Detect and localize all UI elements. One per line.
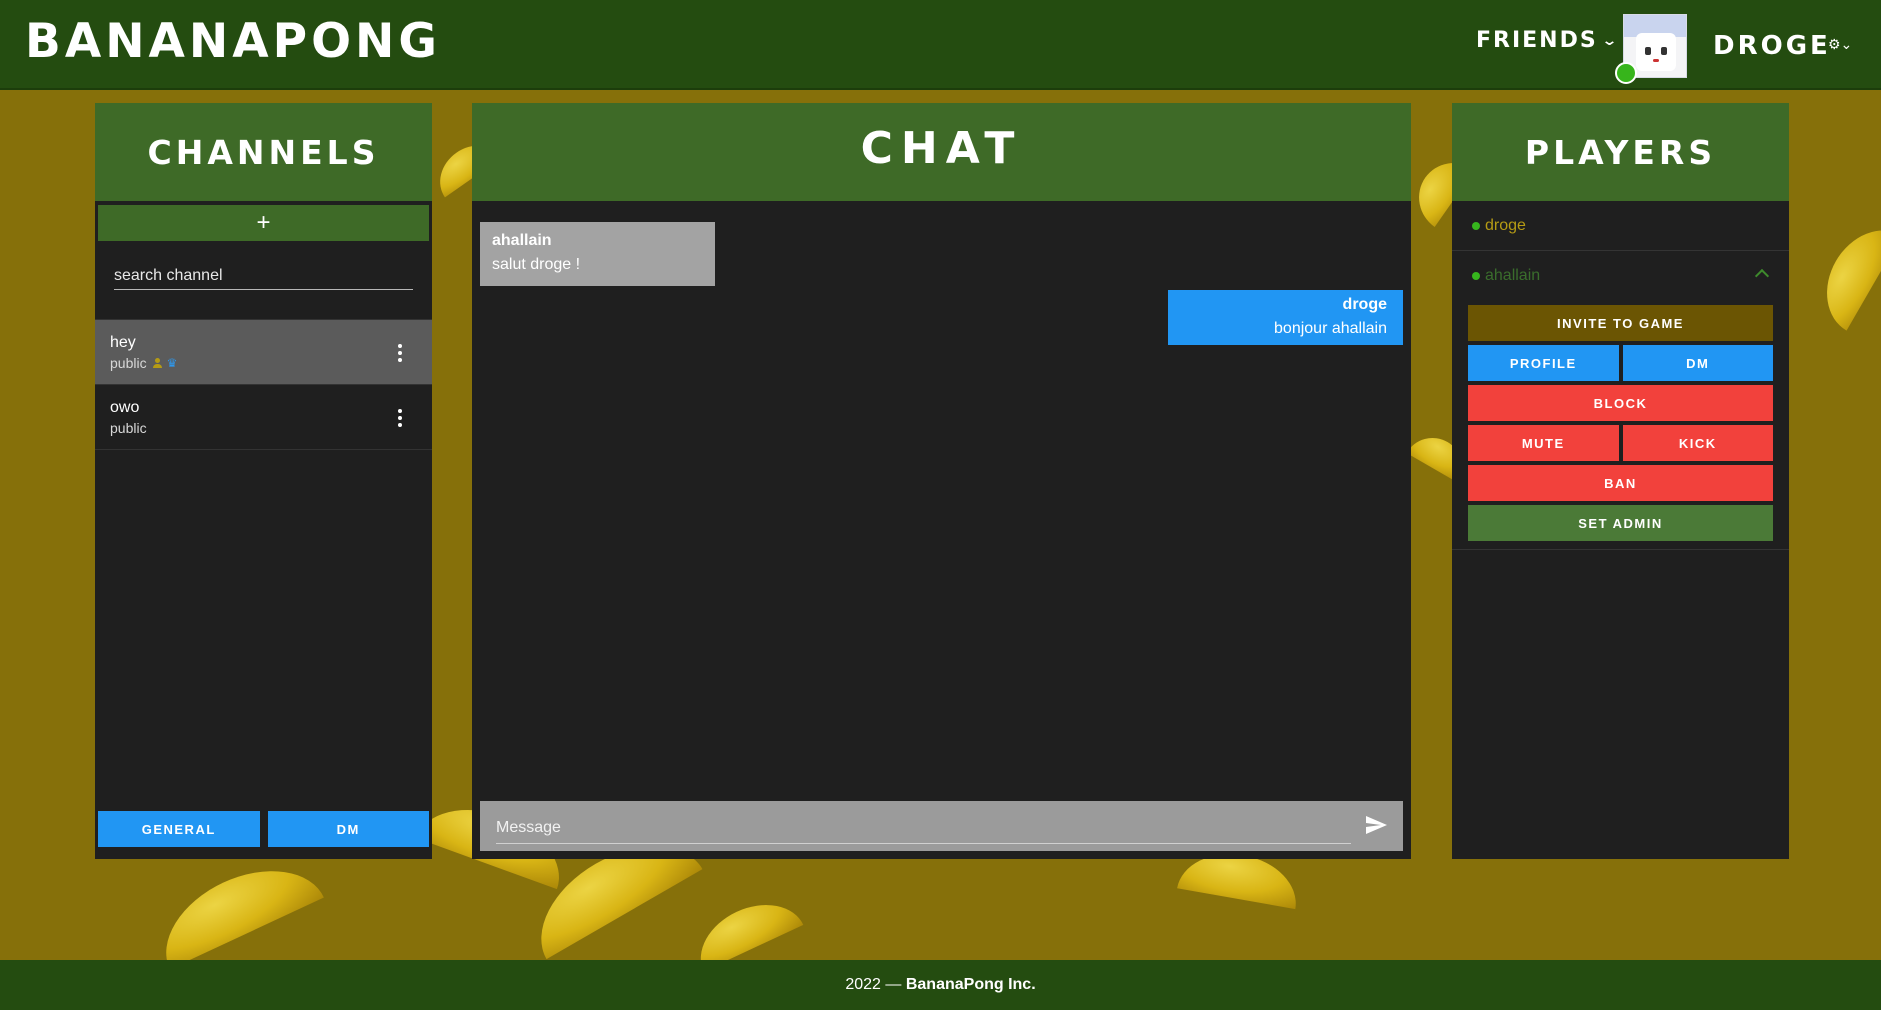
send-icon[interactable] [1363, 813, 1389, 837]
channel-tabs: GENERAL DM [98, 811, 429, 847]
chat-title: CHAT [472, 103, 1411, 201]
banana-decoration [1808, 213, 1881, 331]
players-panel: PLAYERS droge ahallain INVITE TO GAME PR… [1452, 103, 1789, 859]
ban-button[interactable]: BAN [1468, 465, 1773, 501]
brand-logo[interactable]: BANANAPONG [25, 14, 441, 69]
mute-button[interactable]: MUTE [1468, 425, 1619, 461]
chat-panel: CHAT ahallain salut droge ! droge bonjou… [472, 103, 1411, 859]
gear-icon[interactable]: ⚙⌄ [1828, 36, 1852, 53]
players-title: PLAYERS [1452, 103, 1789, 201]
more-options-icon[interactable] [398, 344, 402, 362]
channel-visibility: public [110, 420, 147, 436]
online-status-icon [1472, 221, 1480, 230]
current-username[interactable]: DROGE [1713, 31, 1831, 61]
dm-button[interactable]: DM [1622, 345, 1773, 381]
avatar-mouth [1653, 59, 1659, 62]
footer-company: BananaPong Inc. [905, 976, 1036, 993]
avatar-eye [1661, 47, 1667, 55]
message-author: ahallain [492, 232, 552, 249]
tab-dm[interactable]: DM [267, 811, 429, 847]
profile-button[interactable]: PROFILE [1468, 345, 1619, 381]
more-options-icon[interactable] [398, 409, 402, 427]
channels-title: CHANNELS [95, 103, 432, 201]
avatar-face [1636, 33, 1676, 71]
add-channel-button[interactable]: + [98, 205, 429, 241]
channel-meta: public [110, 420, 417, 436]
footer: 2022 — BananaPong Inc. [0, 960, 1881, 1010]
channel-meta: public ♛ [110, 355, 417, 371]
tab-general[interactable]: GENERAL [98, 811, 260, 847]
banana-decoration [686, 888, 804, 972]
message-author: droge [1342, 296, 1387, 313]
channel-name: hey [110, 334, 136, 351]
top-bar: BANANAPONG FRIENDS ⌄ DROGE ⚙⌄ [0, 0, 1881, 90]
message-text: salut droge ! [492, 256, 581, 273]
message-input[interactable] [496, 815, 1351, 844]
search-channel-input[interactable] [114, 263, 413, 290]
message-text: bonjour ahallain [1274, 320, 1387, 337]
footer-year: 2022 — [845, 976, 902, 993]
friends-menu[interactable]: FRIENDS ⌄ [1476, 28, 1617, 53]
message-outgoing: droge bonjour ahallain [1168, 290, 1403, 345]
channel-list: hey public ♛ owo public [95, 319, 432, 450]
player-item-droge[interactable]: droge [1452, 201, 1789, 251]
set-admin-button[interactable]: SET ADMIN [1468, 505, 1773, 541]
crown-icon: ♛ [166, 356, 178, 370]
channel-name: owo [110, 399, 140, 416]
friends-label: FRIENDS [1476, 28, 1598, 53]
channel-item-hey[interactable]: hey public ♛ [95, 320, 432, 385]
channel-visibility: public [110, 355, 147, 371]
channel-search [95, 241, 432, 301]
kick-button[interactable]: KICK [1622, 425, 1773, 461]
player-item-ahallain[interactable]: ahallain [1452, 251, 1789, 301]
chevron-up-icon[interactable] [1754, 268, 1770, 284]
invite-to-game-button[interactable]: INVITE TO GAME [1468, 305, 1773, 341]
player-actions: INVITE TO GAME PROFILE DM BLOCK MUTE KIC… [1452, 301, 1789, 550]
message-incoming: ahallain salut droge ! [480, 222, 715, 286]
member-icon [152, 358, 162, 368]
online-status-icon [1472, 272, 1480, 280]
player-name: ahallain [1485, 267, 1541, 284]
channels-panel: CHANNELS + hey public ♛ owo public GENER… [95, 103, 432, 859]
message-composer [480, 801, 1403, 851]
block-button[interactable]: BLOCK [1468, 385, 1773, 421]
channel-item-owo[interactable]: owo public [95, 385, 432, 450]
player-name: droge [1485, 216, 1526, 234]
online-status-icon [1615, 62, 1637, 84]
banana-decoration [146, 846, 324, 970]
avatar-eye [1645, 47, 1651, 55]
chevron-down-icon: ⌄ [1600, 32, 1621, 49]
